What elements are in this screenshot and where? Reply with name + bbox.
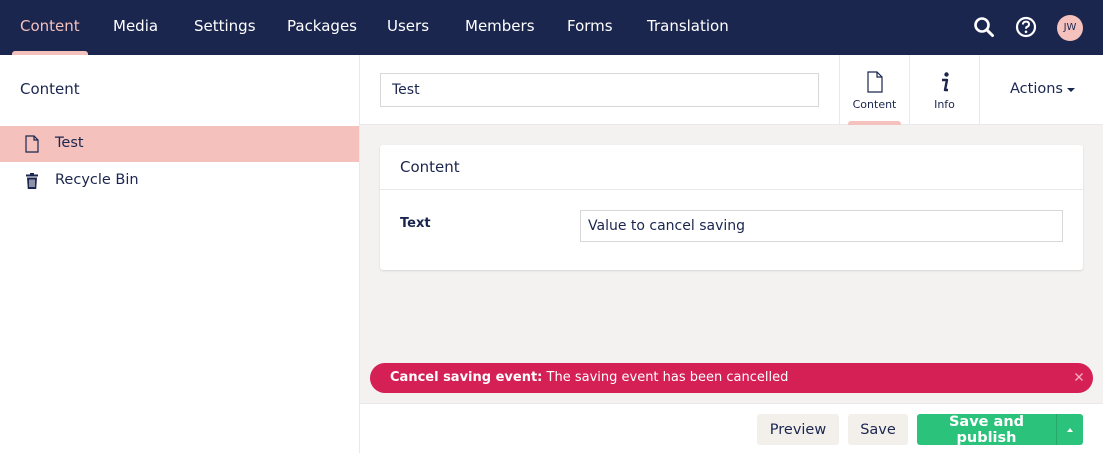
nav-label: Users [387,17,430,35]
save-and-publish-button[interactable]: Save and publish [917,414,1056,446]
content-tree: Content Test Recycle Bin [0,55,360,453]
tree-item-test[interactable]: Test [0,126,359,162]
tree-title: Content [20,80,80,98]
actions-label: Actions [1010,81,1063,97]
text-property-input[interactable] [580,210,1063,242]
tab-label: Content [852,98,897,111]
search-icon[interactable] [971,14,997,40]
nav-label: Forms [567,17,613,35]
nav-item-users[interactable]: Users [387,0,429,55]
tree-item-label: Test [55,135,84,151]
property-group-card: Content Text [380,145,1083,270]
group-title: Content [400,158,460,176]
error-notification: Cancel saving event: The saving event ha… [370,363,1093,393]
nav-label: Settings [194,17,256,35]
tree-item-label: Recycle Bin [55,172,139,188]
nav-item-packages[interactable]: Packages [287,0,357,55]
actions-dropdown[interactable]: Actions [979,55,1103,125]
nav-label: Members [465,17,535,35]
tab-content[interactable]: Content [839,55,909,125]
top-navigation: Content Media Settings Packages Users Me… [0,0,1103,55]
info-icon [936,71,954,93]
nav-item-forms[interactable]: Forms [567,0,613,55]
property-label: Text [400,216,431,231]
user-avatar[interactable]: JW [1057,15,1083,41]
nav-label: Content [20,17,80,35]
editor-body: Content Text [360,125,1103,403]
trash-icon [24,172,40,190]
tree-item-recycle-bin[interactable]: Recycle Bin [0,163,359,199]
save-button[interactable]: Save [848,414,908,445]
node-name-input[interactable] [380,73,819,107]
nav-label: Translation [647,17,729,35]
notification-text: Cancel saving event: The saving event ha… [390,370,788,385]
group-header: Content [380,145,1083,190]
nav-item-translation[interactable]: Translation [647,0,729,55]
notification-message: The saving event has been cancelled [542,370,789,385]
nav-label: Packages [287,17,357,35]
nav-item-media[interactable]: Media [113,0,158,55]
preview-button[interactable]: Preview [757,414,839,445]
publish-options-button[interactable] [1056,414,1083,445]
nav-label: Media [113,17,159,35]
editor-header: Content Info Actions [360,55,1103,125]
tab-info[interactable]: Info [909,55,979,125]
nav-item-settings[interactable]: Settings [194,0,256,55]
editor-footer: Preview Save Save and publish [360,403,1103,453]
document-icon [866,71,884,93]
nav-item-members[interactable]: Members [465,0,535,55]
notification-headline: Cancel saving event: [390,370,543,385]
nav-item-content[interactable]: Content [12,0,88,55]
document-icon [24,135,40,153]
close-icon[interactable] [1072,370,1086,384]
tab-label: Info [934,98,955,111]
chevron-up-icon [1067,428,1073,432]
help-icon[interactable] [1013,14,1039,40]
chevron-down-icon [1067,88,1075,92]
